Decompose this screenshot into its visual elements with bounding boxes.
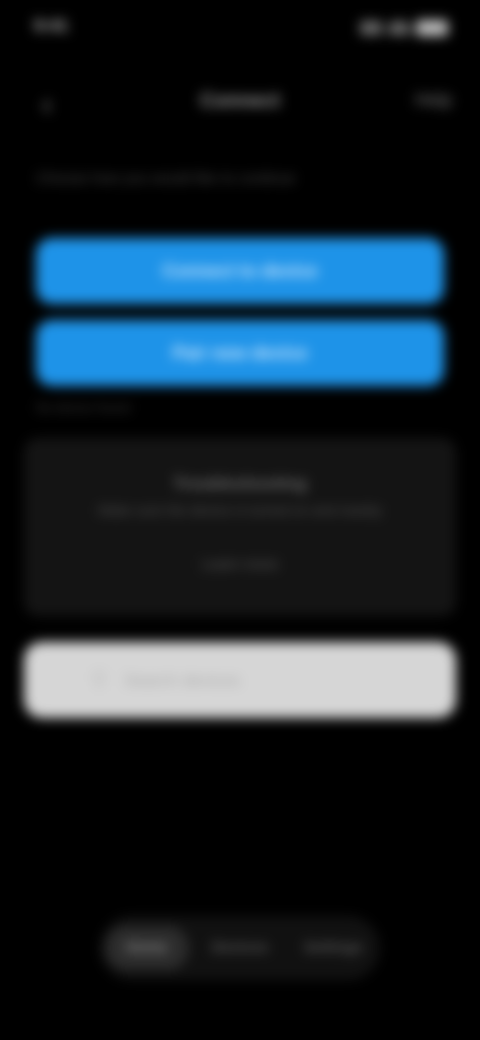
tab-home[interactable]: Home [104, 926, 189, 970]
tab-settings[interactable]: Settings [291, 926, 375, 970]
pair-device-button[interactable]: Pair new device [36, 320, 444, 386]
search-input[interactable] [122, 662, 446, 700]
tab-devices[interactable]: Devices [198, 926, 282, 970]
troubleshooting-card: Troubleshooting Make sure the device is … [24, 438, 456, 616]
status-time: 9:41 [34, 16, 69, 35]
search-icon: ⚲ [90, 667, 108, 692]
section-label: Choose how you would like to continue [36, 170, 296, 187]
nav-header: ‹ Connect Help [0, 72, 480, 136]
battery-icon [416, 20, 448, 36]
page-title: Connect [200, 90, 280, 112]
learn-more-link[interactable]: Learn more [160, 556, 320, 578]
status-icons [352, 18, 448, 38]
card-title: Troubleshooting [173, 474, 307, 493]
connect-device-button[interactable]: Connect to device [36, 238, 444, 304]
status-bar: 9:41 [0, 0, 480, 56]
search-bar[interactable]: ⚲ [24, 642, 456, 718]
app-screen: 9:41 ‹ Connect Help Choose how you would… [0, 0, 480, 1040]
card-description: Make sure the device is turned on and ne… [97, 502, 383, 518]
chevron-left-icon[interactable]: ‹ [30, 88, 64, 122]
status-label: No device found [36, 400, 130, 415]
wifi-icon [388, 21, 410, 35]
tab-bar: Home Devices Settings [100, 916, 380, 980]
help-link[interactable]: Help [372, 90, 452, 120]
signal-icon [360, 21, 382, 35]
